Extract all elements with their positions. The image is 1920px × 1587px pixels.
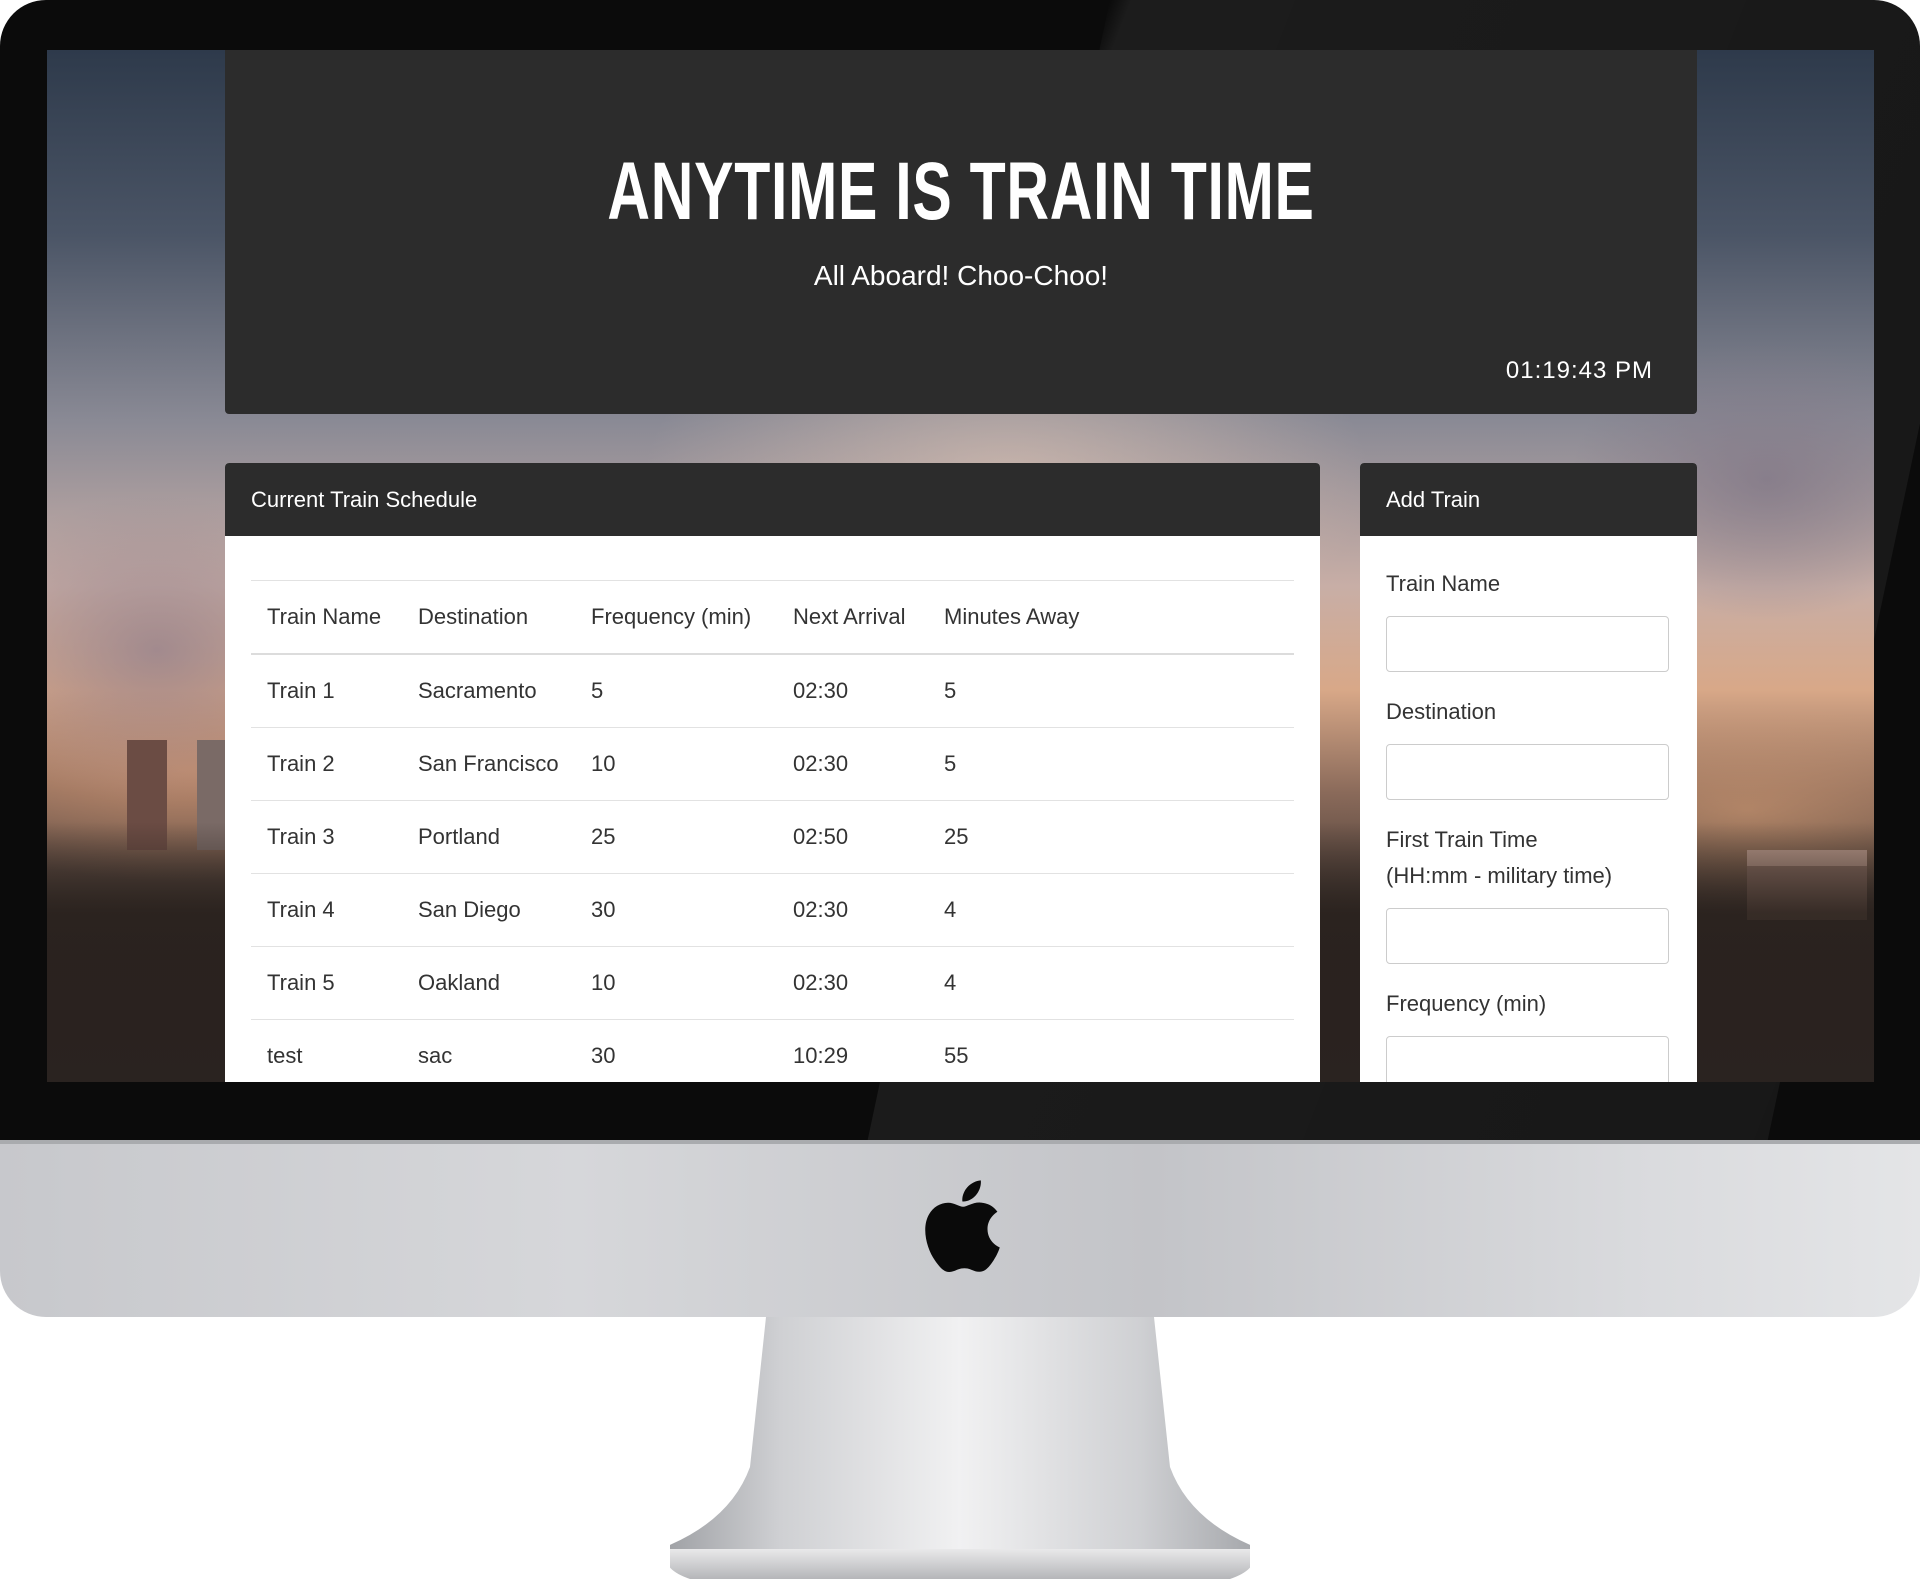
cell-minutes-away: 4 — [928, 873, 1294, 947]
cell-train-name: Train 3 — [251, 800, 402, 874]
cell-minutes-away: 55 — [928, 1019, 1294, 1082]
page-subtitle: All Aboard! Choo-Choo! — [813, 260, 1109, 291]
train-name-label: Train Name — [1386, 571, 1501, 596]
table-row: test sac 30 10:29 55 — [251, 1019, 1294, 1082]
table-row: Train 4 San Diego 30 02:30 4 — [251, 873, 1294, 947]
first-train-time-label-line1: First Train Time — [1386, 827, 1538, 852]
cell-next-arrival: 02:30 — [777, 654, 928, 728]
monitor-stand — [670, 1317, 1250, 1579]
cell-minutes-away: 4 — [928, 946, 1294, 1020]
monitor-screen: ANYTIME IS TRAIN TIME All Aboard! Choo-C… — [47, 50, 1874, 1082]
cell-frequency: 10 — [575, 946, 777, 1020]
frequency-label: Frequency (min) — [1386, 991, 1547, 1016]
cell-next-arrival: 02:30 — [777, 727, 928, 801]
add-train-panel-heading: Add Train — [1360, 463, 1697, 536]
first-train-time-input[interactable] — [1386, 908, 1669, 964]
train-name-input[interactable] — [1386, 616, 1669, 672]
cell-destination: sac — [402, 1019, 575, 1082]
column-header-train-name: Train Name — [251, 580, 402, 655]
cell-train-name: Train 5 — [251, 946, 402, 1020]
frequency-input[interactable] — [1386, 1036, 1669, 1082]
cell-next-arrival: 02:50 — [777, 800, 928, 874]
cell-minutes-away: 5 — [928, 654, 1294, 728]
cell-destination: Sacramento — [402, 654, 575, 728]
train-schedule-panel: Current Train Schedule Train Name Destin… — [225, 463, 1320, 1082]
cell-train-name: Train 1 — [251, 654, 402, 728]
page-title: ANYTIME IS TRAIN TIME — [607, 146, 1315, 237]
cell-frequency: 25 — [575, 800, 777, 874]
cell-next-arrival: 10:29 — [777, 1019, 928, 1082]
table-row: Train 1 Sacramento 5 02:30 5 — [251, 654, 1294, 728]
schedule-panel-heading: Current Train Schedule — [225, 463, 1320, 536]
cell-frequency: 30 — [575, 873, 777, 947]
header-jumbotron: ANYTIME IS TRAIN TIME All Aboard! Choo-C… — [225, 50, 1697, 414]
monitor-bezel: ANYTIME IS TRAIN TIME All Aboard! Choo-C… — [0, 0, 1920, 1140]
cell-train-name: test — [251, 1019, 402, 1082]
cell-next-arrival: 02:30 — [777, 873, 928, 947]
apple-logo-icon — [925, 1180, 1000, 1273]
cell-destination: Oakland — [402, 946, 575, 1020]
destination-label: Destination — [1386, 699, 1497, 724]
table-row: Train 2 San Francisco 10 02:30 5 — [251, 727, 1294, 801]
table-row: Train 3 Portland 25 02:50 25 — [251, 800, 1294, 874]
cell-destination: San Francisco — [402, 727, 575, 801]
table-row: Train 5 Oakland 10 02:30 4 — [251, 946, 1294, 1020]
cell-train-name: Train 4 — [251, 873, 402, 947]
add-train-form: Train Name Destination First Train Time … — [1360, 536, 1697, 1082]
monitor-chin — [0, 1140, 1920, 1317]
destination-input[interactable] — [1386, 744, 1669, 800]
cell-minutes-away: 5 — [928, 727, 1294, 801]
cell-frequency: 10 — [575, 727, 777, 801]
cell-destination: San Diego — [402, 873, 575, 947]
cell-frequency: 5 — [575, 654, 777, 728]
column-header-next-arrival: Next Arrival — [777, 580, 928, 655]
first-train-time-label-line2: (HH:mm - military time) — [1386, 863, 1613, 888]
cell-next-arrival: 02:30 — [777, 946, 928, 1020]
schedule-table: Train Name Destination Frequency (min) N… — [251, 580, 1294, 1082]
first-train-time-label: First Train Time (HH:mm - military time) — [1386, 822, 1671, 894]
cell-frequency: 30 — [575, 1019, 777, 1082]
column-header-minutes-away: Minutes Away — [928, 580, 1294, 655]
cell-minutes-away: 25 — [928, 800, 1294, 874]
column-header-destination: Destination — [402, 580, 575, 655]
cell-destination: Portland — [402, 800, 575, 874]
cell-train-name: Train 2 — [251, 727, 402, 801]
column-header-frequency: Frequency (min) — [575, 580, 777, 655]
current-time-clock: 01:19:43 PM — [1505, 357, 1653, 384]
table-header-row: Train Name Destination Frequency (min) N… — [251, 580, 1294, 655]
add-train-panel: Add Train Train Name Destination First T… — [1360, 463, 1697, 1082]
